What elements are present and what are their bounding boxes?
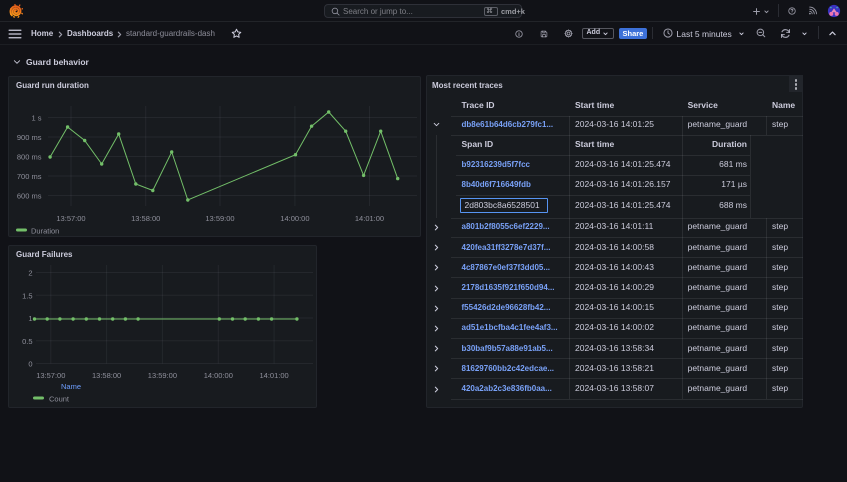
svg-text:13:59:00: 13:59:00: [148, 371, 177, 380]
svg-text:13:57:00: 13:57:00: [36, 371, 65, 380]
svg-text:14:00:00: 14:00:00: [280, 214, 309, 223]
svg-text:0.5: 0.5: [22, 337, 32, 346]
svg-text:1.5: 1.5: [22, 291, 32, 300]
svg-text:700 ms: 700 ms: [17, 172, 42, 181]
svg-text:13:58:00: 13:58:00: [92, 371, 121, 380]
svg-text:13:58:00: 13:58:00: [131, 214, 160, 223]
svg-text:Count: Count: [49, 395, 70, 404]
svg-text:900 ms: 900 ms: [17, 133, 42, 142]
svg-text:14:00:00: 14:00:00: [204, 371, 233, 380]
svg-text:1 s: 1 s: [31, 114, 41, 123]
svg-text:13:57:00: 13:57:00: [56, 214, 85, 223]
svg-text:1: 1: [28, 314, 32, 323]
svg-text:Duration: Duration: [31, 227, 59, 236]
svg-text:0: 0: [28, 360, 32, 369]
svg-text:800 ms: 800 ms: [17, 153, 42, 162]
svg-text:14:01:00: 14:01:00: [355, 214, 384, 223]
svg-text:13:59:00: 13:59:00: [205, 214, 234, 223]
svg-text:600 ms: 600 ms: [17, 192, 42, 201]
svg-text:Name: Name: [61, 382, 81, 391]
svg-text:2: 2: [28, 269, 32, 278]
svg-text:14:01:00: 14:01:00: [259, 371, 288, 380]
